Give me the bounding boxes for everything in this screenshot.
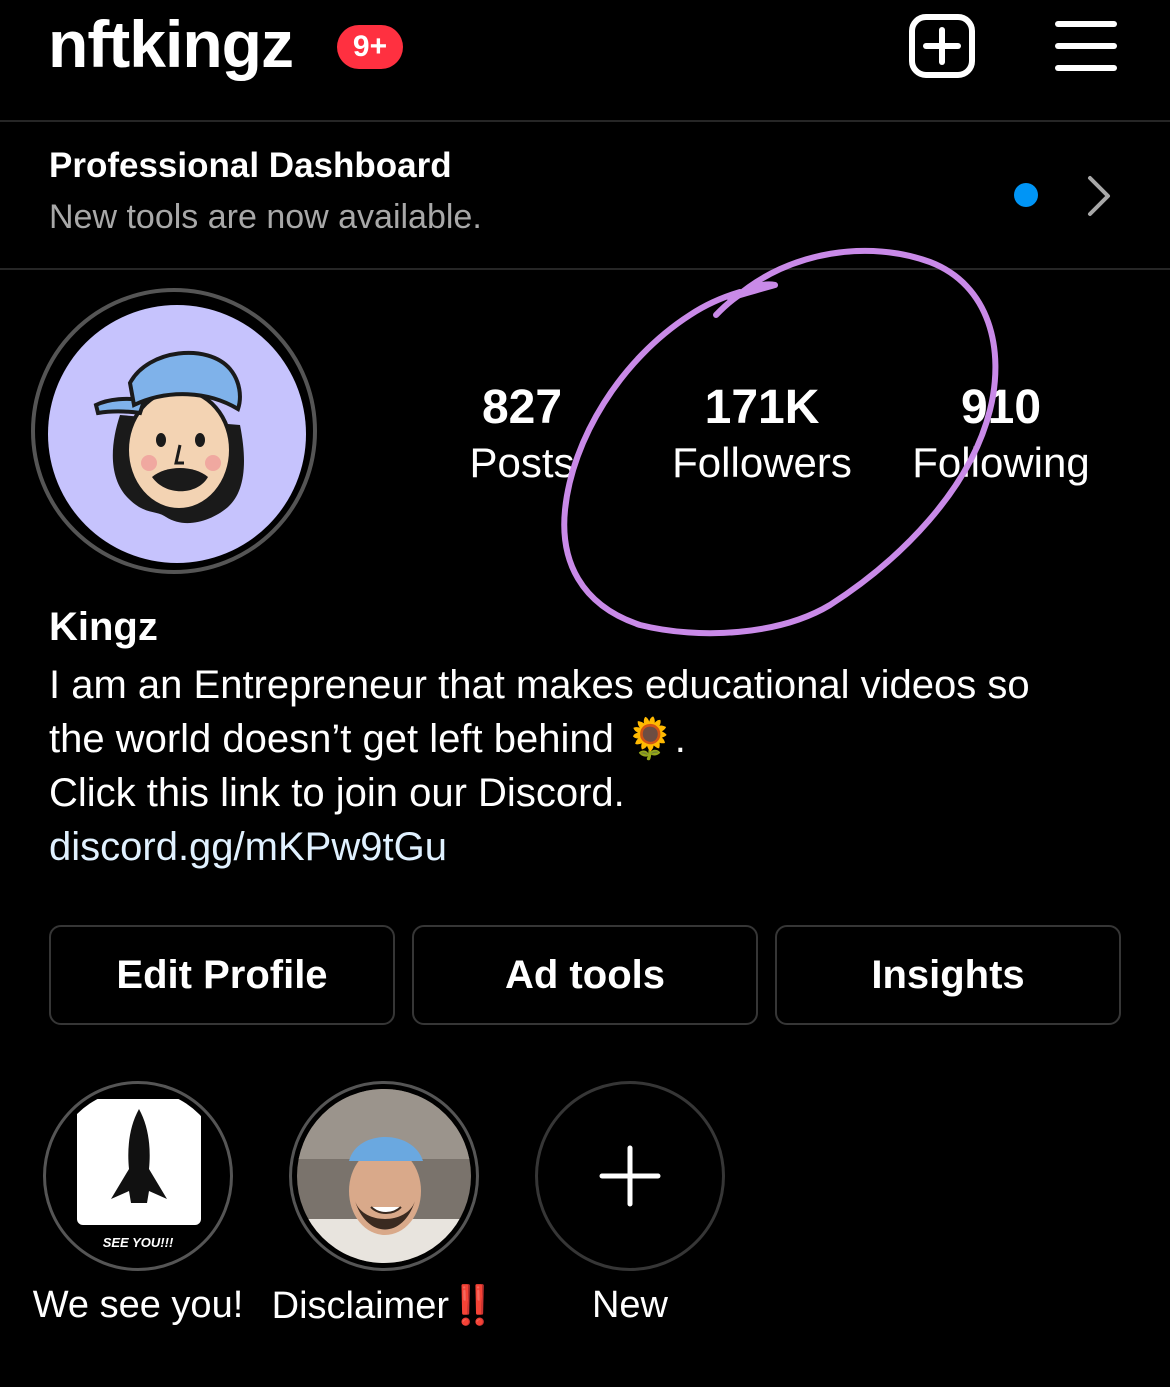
highlight-label-disclaimer: Disclaimer‼️ xyxy=(259,1284,509,1328)
stat-followers-label: Followers xyxy=(672,439,852,486)
highlight-label-disclaimer-text: Disclaimer xyxy=(271,1285,450,1327)
dashboard-subtitle: New tools are now available. xyxy=(49,198,482,236)
rocket-card xyxy=(77,1099,201,1225)
stat-followers-value: 171K xyxy=(704,381,820,434)
discord-link[interactable]: discord.gg/mKPw9tGu xyxy=(49,820,447,874)
add-post-icon[interactable] xyxy=(906,12,978,80)
professional-dashboard-row[interactable]: Professional Dashboard New tools are now… xyxy=(0,122,1170,268)
profile-username[interactable]: nftkingz xyxy=(48,6,294,82)
highlight-label-new: New xyxy=(591,1284,669,1326)
chevron-right-icon xyxy=(1082,174,1116,223)
insights-button[interactable]: Insights xyxy=(775,925,1121,1025)
bio-line-3: Click this link to join our Discord. xyxy=(49,771,625,815)
highlight-caption: SEE YOU!!! xyxy=(102,1235,174,1250)
profile-name: Kingz xyxy=(49,605,158,649)
avatar[interactable] xyxy=(48,305,306,563)
bio-line-2-text: the world doesn’t get left behind xyxy=(49,717,614,761)
dashboard-divider xyxy=(0,268,1170,270)
bio-line-1: I am an Entrepreneur that makes educatio… xyxy=(49,663,1030,707)
highlight-we-see-you[interactable]: SEE YOU!!! xyxy=(43,1081,233,1271)
stat-following-label: Following xyxy=(912,439,1090,486)
double-exclamation-icon: ‼️ xyxy=(449,1285,497,1327)
stat-following-value: 910 xyxy=(960,381,1042,434)
stat-posts-value: 827 xyxy=(481,381,563,434)
bio-line-2-end: . xyxy=(674,717,686,761)
rocket-icon xyxy=(111,1109,167,1203)
edit-profile-button[interactable]: Edit Profile xyxy=(49,925,395,1025)
highlight-label-we-see-you: We see you! xyxy=(32,1284,244,1326)
stat-posts-label: Posts xyxy=(469,439,575,486)
plus-icon xyxy=(543,1089,717,1263)
stat-posts[interactable]: 827 Posts xyxy=(442,384,602,484)
stat-following[interactable]: 910 Following xyxy=(896,384,1106,484)
notification-badge[interactable]: 9+ xyxy=(337,25,403,69)
menu-icon[interactable] xyxy=(1052,16,1120,76)
highlight-new[interactable] xyxy=(535,1081,725,1271)
highlight-disclaimer[interactable] xyxy=(289,1081,479,1271)
new-indicator-dot xyxy=(1014,183,1038,207)
ad-tools-button[interactable]: Ad tools xyxy=(412,925,758,1025)
dashboard-title: Professional Dashboard xyxy=(49,146,452,185)
sunflower-icon: 🌻 xyxy=(624,717,675,761)
stat-followers[interactable]: 171K Followers xyxy=(652,384,872,484)
highlight-disclaimer-thumbnail xyxy=(297,1089,471,1263)
highlight-we-see-you-thumbnail: SEE YOU!!! xyxy=(51,1089,225,1263)
bio-line-2: the world doesn’t get left behind 🌻. xyxy=(49,712,686,766)
